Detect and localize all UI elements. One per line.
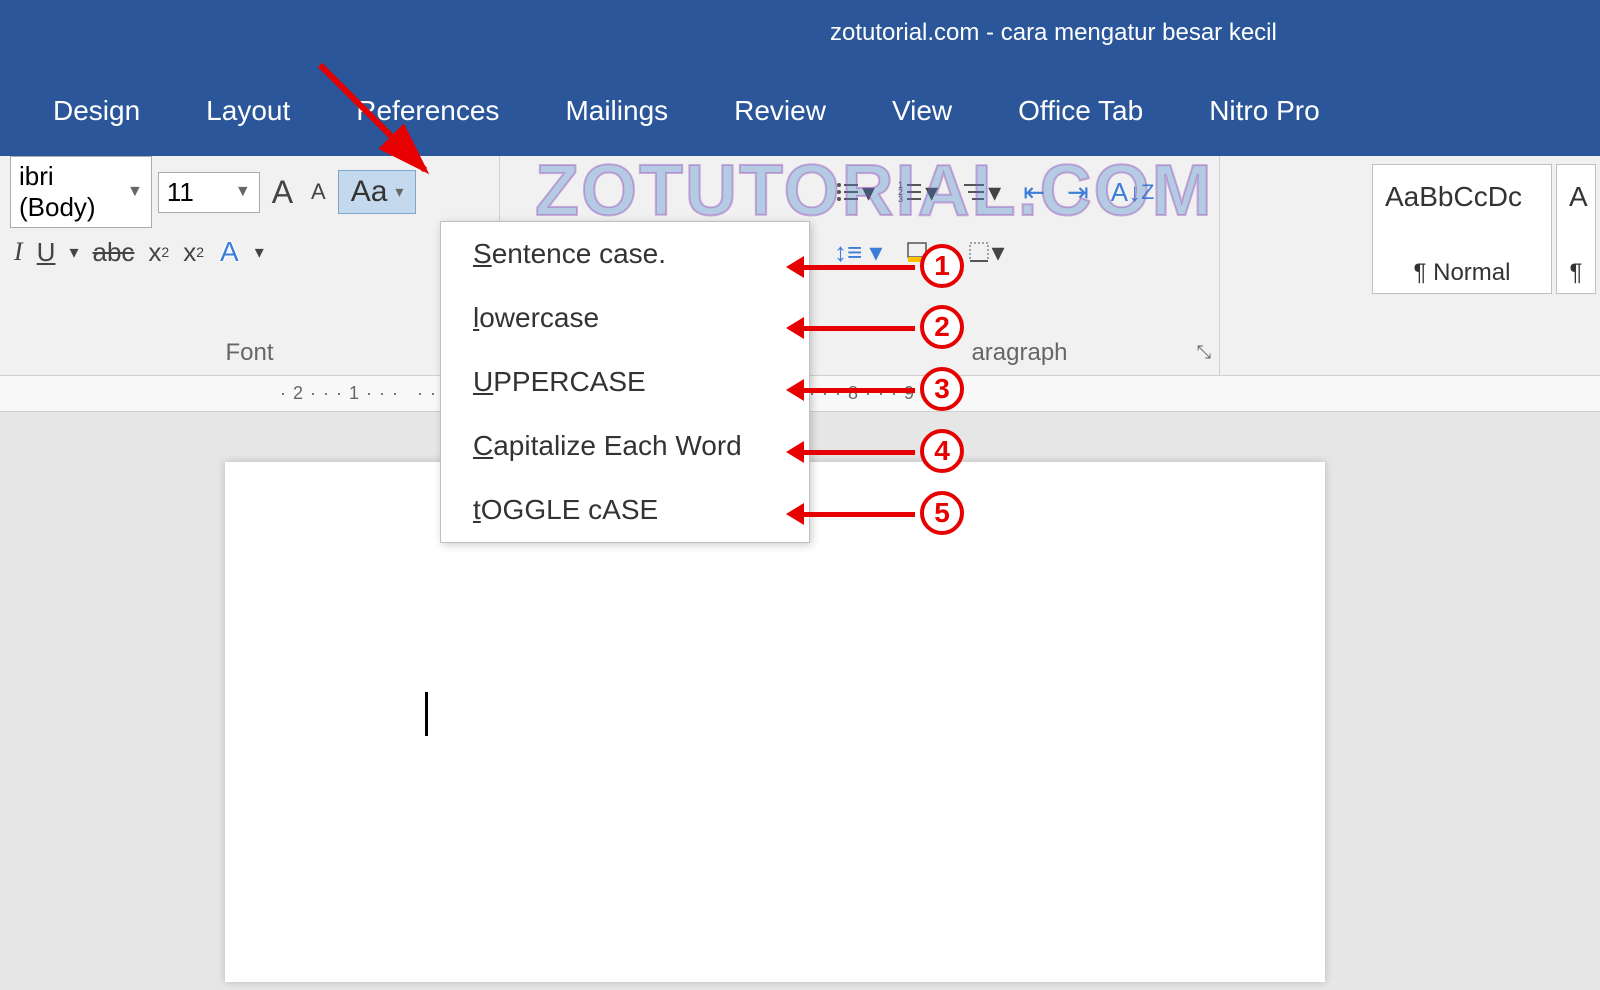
menu-capitalize-each-word[interactable]: Capitalize Each Word [441, 414, 809, 478]
font-name-value: ibri (Body) [19, 161, 119, 223]
bullets-icon [834, 178, 862, 206]
underline-button[interactable]: U [33, 235, 60, 270]
paragraph-group-label: aragraph [820, 339, 1219, 367]
chevron-down-icon: ▼ [235, 183, 251, 201]
paragraph-dialog-launcher[interactable]: ⤡ [1197, 342, 1211, 363]
window-title: zotutorial.com - cara mengatur besar kec… [830, 19, 1277, 47]
style-preview: AaBbCcDc [1385, 171, 1539, 213]
text-effects-dropdown[interactable]: ▾ [251, 240, 268, 265]
text-effects-button[interactable]: A [214, 232, 245, 272]
tab-review[interactable]: Review [716, 95, 844, 127]
sort-button[interactable]: A↓Z [1107, 175, 1159, 210]
style-name-2: ¶ [1569, 259, 1583, 287]
multilevel-list-button[interactable]: ▾ [956, 175, 1005, 210]
arrow-5 [800, 512, 915, 517]
annotation-3: 3 [920, 367, 964, 411]
font-size-combo[interactable]: 11 ▼ [158, 172, 260, 213]
numbering-button[interactable]: 123▾ [893, 175, 942, 210]
chevron-down-icon: ▾ [395, 182, 403, 202]
arrow-4 [800, 450, 915, 455]
decrease-indent-button[interactable]: ⇤ [1019, 175, 1049, 210]
styles-group: AaBbCcDc ¶ Normal A ¶ [1372, 156, 1600, 375]
style-item-2[interactable]: A ¶ [1556, 164, 1596, 294]
arrow-2 [800, 326, 915, 331]
borders-icon [966, 239, 992, 265]
font-size-value: 11 [167, 177, 227, 208]
svg-text:3: 3 [898, 194, 903, 204]
font-group: ibri (Body) ▼ 11 ▼ A A Aa ▾ I U ▾ abc x2… [0, 156, 500, 375]
italic-button[interactable]: I [10, 235, 27, 269]
change-case-icon: Aa [351, 175, 388, 209]
annotation-5: 5 [920, 491, 964, 535]
annotation-4: 4 [920, 429, 964, 473]
change-case-menu: Sentence case. lowercase UPPERCASE Capit… [440, 221, 810, 543]
arrow-3 [800, 388, 915, 393]
arrow-1 [800, 265, 915, 270]
multilevel-icon [960, 178, 988, 206]
tab-nitro-pro[interactable]: Nitro Pro [1191, 95, 1337, 127]
shrink-font-button[interactable]: A [305, 175, 332, 209]
tab-references[interactable]: References [338, 95, 517, 127]
increase-indent-button[interactable]: ⇥ [1063, 175, 1093, 210]
menu-toggle-case[interactable]: tOGGLE cASE [441, 478, 809, 542]
bullets-button[interactable]: ▾ [830, 175, 879, 210]
style-preview-2: A [1569, 171, 1583, 213]
annotation-2: 2 [920, 305, 964, 349]
grow-font-button[interactable]: A [266, 170, 299, 215]
font-group-label: Font [0, 339, 499, 367]
strikethrough-button[interactable]: abc [89, 235, 139, 270]
tab-view[interactable]: View [874, 95, 970, 127]
style-normal[interactable]: AaBbCcDc ¶ Normal [1372, 164, 1552, 294]
menu-uppercase[interactable]: UPPERCASE [441, 350, 809, 414]
annotation-1: 1 [920, 244, 964, 288]
tab-office-tab[interactable]: Office Tab [1000, 95, 1161, 127]
style-name: ¶ Normal [1385, 259, 1539, 287]
font-name-combo[interactable]: ibri (Body) ▼ [10, 156, 152, 228]
ribbon-tabs: Design Layout References Mailings Review… [0, 66, 1600, 156]
borders-button[interactable]: ▾ [962, 235, 1009, 270]
superscript-button[interactable]: x2 [179, 235, 208, 270]
numbering-icon: 123 [897, 178, 925, 206]
title-bar: zotutorial.com - cara mengatur besar kec… [0, 0, 1600, 66]
tab-mailings[interactable]: Mailings [547, 95, 686, 127]
chevron-down-icon: ▼ [127, 183, 143, 201]
menu-sentence-case[interactable]: Sentence case. [441, 222, 809, 286]
change-case-button[interactable]: Aa ▾ [338, 170, 417, 214]
subscript-button[interactable]: x2 [144, 235, 173, 270]
tab-design[interactable]: Design [35, 95, 158, 127]
tab-layout[interactable]: Layout [188, 95, 308, 127]
menu-lowercase[interactable]: lowercase [441, 286, 809, 350]
text-cursor [425, 692, 428, 736]
underline-dropdown[interactable]: ▾ [65, 240, 82, 265]
